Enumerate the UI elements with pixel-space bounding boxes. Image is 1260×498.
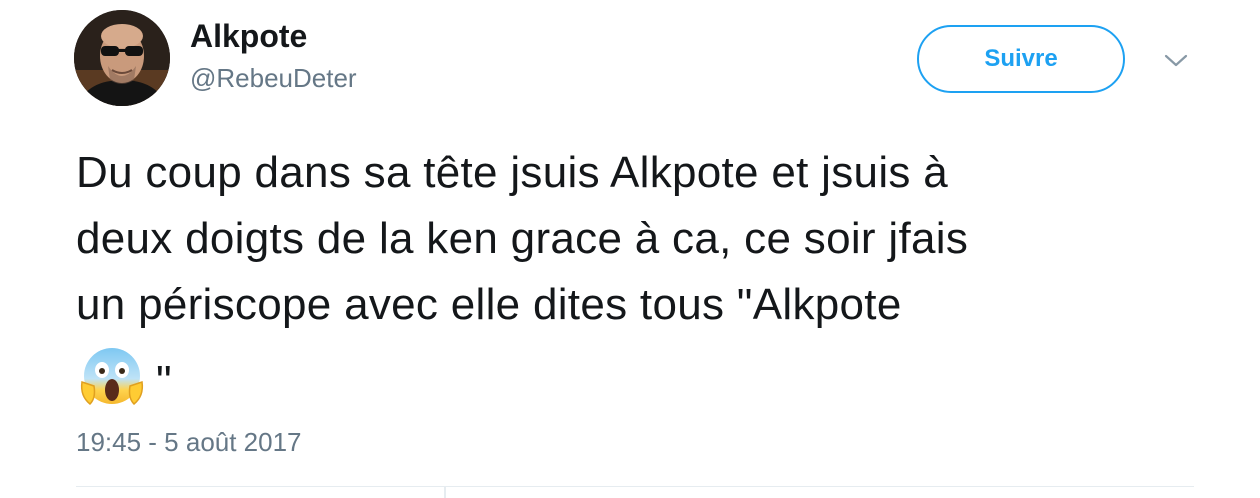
tweet-text: Du coup dans sa tête jsuis Alkpote et js… <box>76 140 1226 415</box>
chevron-down-icon[interactable] <box>1162 48 1190 72</box>
tweet-text-line: " <box>76 338 1226 415</box>
author-handle[interactable]: @RebeuDeter <box>190 62 357 94</box>
tweet-text-line: un périscope avec elle dites tous "Alkpo… <box>76 280 902 329</box>
avatar-photo <box>74 10 170 106</box>
follow-button[interactable]: Suivre <box>917 25 1125 93</box>
face-screaming-in-fear-icon <box>76 338 148 410</box>
divider <box>76 486 1194 487</box>
tweet-text-line: deux doigts de la ken grace à ca, ce soi… <box>76 214 969 263</box>
tweet-timestamp[interactable]: 19:45 - 5 août 2017 <box>76 426 302 458</box>
tweet-text-end: " <box>156 357 172 406</box>
avatar[interactable] <box>74 10 170 106</box>
author-display-name[interactable]: Alkpote <box>190 18 307 54</box>
divider <box>444 486 446 498</box>
tweet-text-line: Du coup dans sa tête jsuis Alkpote et js… <box>76 148 948 197</box>
